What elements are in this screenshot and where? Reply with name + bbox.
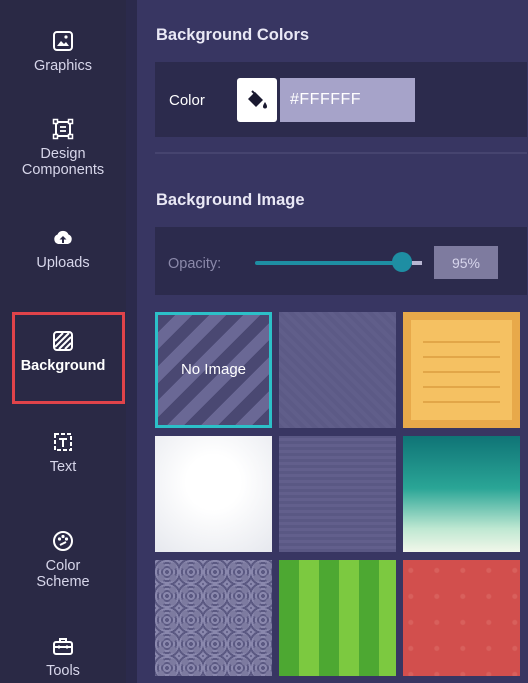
sidebar-item-label: Tools <box>46 663 80 679</box>
color-picker-button[interactable] <box>237 78 277 122</box>
text-box-icon <box>52 431 74 453</box>
background-tile-teal-gradient[interactable] <box>403 436 520 552</box>
sidebar-item-label: Text <box>49 459 77 475</box>
hex-color-input[interactable] <box>280 78 415 122</box>
opacity-label: Opacity: <box>168 256 222 272</box>
opacity-slider-handle[interactable] <box>392 252 412 272</box>
no-image-label: No Image <box>180 361 247 378</box>
color-row: Color <box>155 62 527 137</box>
sidebar-item-color-scheme[interactable]: Color Scheme <box>0 530 126 590</box>
background-tile-diagonal-stripes[interactable] <box>279 312 396 428</box>
opacity-value[interactable]: 95% <box>434 246 498 279</box>
background-image-title: Background Image <box>156 191 305 209</box>
opacity-slider-track[interactable] <box>255 261 412 265</box>
opacity-row: Opacity: 95% <box>155 227 527 295</box>
sidebar-item-label: Graphics <box>33 58 93 74</box>
opacity-slider-remainder <box>412 261 422 265</box>
image-icon <box>52 30 74 52</box>
sidebar-item-label: Uploads <box>36 255 90 271</box>
active-highlight <box>12 312 125 404</box>
cloud-upload-icon <box>52 227 74 249</box>
sidebar-item-text[interactable]: Text <box>0 431 126 475</box>
background-tile-no-image[interactable]: No Image <box>155 312 272 428</box>
sidebar-item-graphics[interactable]: Graphics <box>0 30 126 74</box>
section-divider <box>155 152 527 154</box>
background-tile-wooden-crate[interactable] <box>403 312 520 428</box>
background-tile-horizontal-lines[interactable] <box>279 436 396 552</box>
color-label: Color <box>169 92 205 109</box>
background-tile-red-speckle[interactable] <box>403 560 520 676</box>
background-tile-white-gradient[interactable] <box>155 436 272 552</box>
sidebar-item-label: Design Components <box>21 146 105 178</box>
background-tile-swirl-pattern[interactable] <box>155 560 272 676</box>
sidebar-item-uploads[interactable]: Uploads <box>0 227 126 271</box>
background-panel: Background Colors Color Background Image… <box>137 0 528 683</box>
background-tile-green-stripes[interactable] <box>279 560 396 676</box>
sidebar-item-design-components[interactable]: Design Components <box>0 118 126 178</box>
sidebar-item-tools[interactable]: Tools <box>0 635 126 679</box>
background-colors-title: Background Colors <box>156 26 310 44</box>
components-icon <box>52 118 74 140</box>
paint-bucket-icon <box>248 90 267 109</box>
palette-icon <box>52 530 74 552</box>
sidebar-item-label: Color Scheme <box>36 558 90 590</box>
sidebar: Graphics Design Components Uploads Backg… <box>0 0 126 683</box>
crate-pattern <box>403 312 520 428</box>
toolbox-icon <box>52 635 74 657</box>
